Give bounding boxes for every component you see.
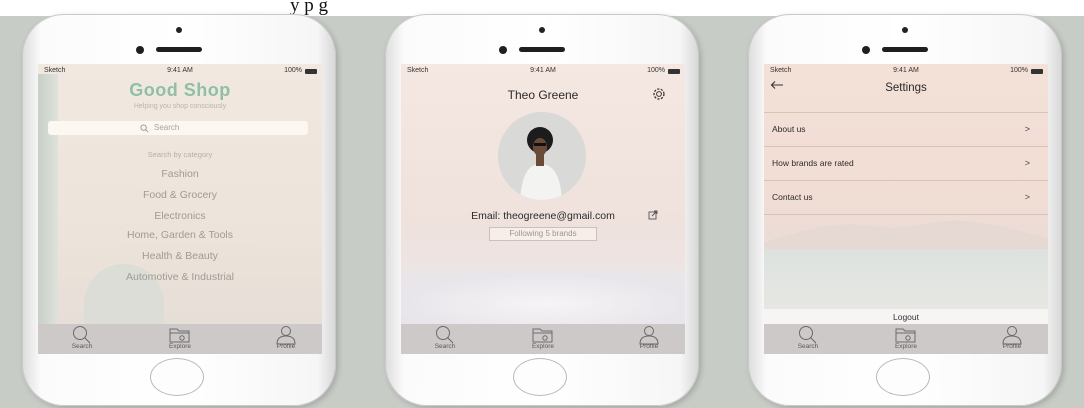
following-brands-button[interactable]: Following 5 brands — [489, 227, 597, 241]
search-placeholder: Search — [154, 123, 180, 132]
logout-button[interactable]: Logout — [764, 309, 1048, 325]
tab-profile-label: Profile — [1002, 343, 1022, 350]
phone-profile: Sketch 9:41 AM 100% Theo Greene Email: t… — [385, 14, 699, 406]
tab-search[interactable]: Search — [52, 324, 112, 354]
battery-percent: 100% — [647, 67, 665, 74]
sensor-dot — [136, 46, 144, 54]
search-icon — [140, 124, 149, 133]
tab-profile[interactable]: Profile — [982, 324, 1042, 354]
earpiece-speaker — [519, 47, 565, 52]
divider — [764, 214, 1048, 215]
search-icon — [73, 326, 91, 344]
tab-explore-label: Explore — [894, 343, 918, 350]
settings-item-label: About us — [772, 124, 806, 134]
explore-screen: Sketch 9:41 AM 100% Good Shop Helping yo… — [38, 64, 322, 354]
chevron-right-icon: > — [1024, 158, 1030, 168]
app-title: Good Shop — [129, 80, 231, 100]
profile-name: Theo Greene — [507, 88, 579, 102]
tab-search-label: Search — [797, 343, 819, 350]
sensor-dot — [499, 46, 507, 54]
status-time: 9:41 AM — [530, 67, 556, 74]
sea-background — [764, 249, 1048, 309]
front-camera — [176, 27, 182, 33]
chevron-right-icon: > — [1024, 192, 1030, 202]
tab-search[interactable]: Search — [415, 324, 475, 354]
user-icon — [639, 326, 659, 345]
category-health-beauty[interactable]: Health & Beauty — [38, 250, 322, 262]
folder-icon — [895, 328, 916, 343]
earpiece-speaker — [156, 47, 202, 52]
settings-item-contact-us[interactable]: Contact us > — [764, 180, 1048, 214]
search-icon — [799, 326, 817, 344]
status-time: 9:41 AM — [167, 67, 193, 74]
front-camera — [902, 27, 908, 33]
home-button[interactable] — [150, 358, 204, 396]
status-bar: Sketch 9:41 AM 100% — [764, 66, 1048, 77]
home-button[interactable] — [876, 358, 930, 396]
external-link-icon[interactable] — [648, 210, 658, 220]
tab-profile[interactable]: Profile — [619, 324, 679, 354]
search-input[interactable]: Search — [48, 121, 308, 135]
category-heading: Search by category — [147, 150, 213, 159]
avatar — [498, 112, 586, 200]
tab-search-label: Search — [434, 343, 456, 350]
folder-icon — [532, 328, 553, 343]
search-icon — [436, 326, 454, 344]
home-button[interactable] — [513, 358, 567, 396]
tab-search[interactable]: Search — [778, 324, 838, 354]
tab-profile[interactable]: Profile — [256, 324, 316, 354]
user-icon — [276, 326, 296, 345]
battery-icon — [305, 69, 317, 74]
folder-icon — [169, 328, 190, 343]
tab-search-label: Search — [71, 343, 93, 350]
gear-icon[interactable] — [651, 86, 667, 102]
mountain-background — [764, 220, 1048, 252]
battery-icon — [1031, 69, 1043, 74]
earpiece-speaker — [882, 47, 928, 52]
settings-item-about-us[interactable]: About us > — [764, 112, 1048, 146]
settings-item-label: Contact us — [772, 192, 813, 202]
tab-explore[interactable]: Explore — [876, 324, 936, 354]
email-text: Email: theogreene@gmail.com — [471, 210, 615, 222]
tab-explore[interactable]: Explore — [513, 324, 573, 354]
category-automotive-industrial[interactable]: Automotive & Industrial — [38, 271, 322, 283]
category-fashion[interactable]: Fashion — [38, 168, 322, 180]
chevron-right-icon: > — [1024, 124, 1030, 134]
sensor-dot — [862, 46, 870, 54]
profile-screen: Sketch 9:41 AM 100% Theo Greene Email: t… — [401, 64, 685, 354]
status-bar: Sketch 9:41 AM 100% — [401, 66, 685, 77]
tab-explore-label: Explore — [531, 343, 555, 350]
tab-profile-label: Profile — [276, 343, 296, 350]
app-tagline: Helping you shop consciously — [133, 103, 227, 110]
tab-bar: Search Explore Profile — [401, 324, 685, 354]
settings-screen: Sketch 9:41 AM 100% Settings About us > … — [764, 64, 1048, 354]
front-camera — [539, 27, 545, 33]
phone-explore: Sketch 9:41 AM 100% Good Shop Helping yo… — [22, 14, 336, 406]
settings-item-how-brands-rated[interactable]: How brands are rated > — [764, 146, 1048, 180]
phone-settings: Sketch 9:41 AM 100% Settings About us > … — [748, 14, 1062, 406]
category-electronics[interactable]: Electronics — [38, 210, 322, 222]
tab-profile-label: Profile — [639, 343, 659, 350]
battery-icon — [668, 69, 680, 74]
category-home-garden-tools[interactable]: Home, Garden & Tools — [38, 229, 322, 241]
battery-percent: 100% — [1010, 67, 1028, 74]
battery-percent: 100% — [284, 67, 302, 74]
profile-photo — [498, 112, 586, 200]
tab-explore[interactable]: Explore — [150, 324, 210, 354]
user-icon — [1002, 326, 1022, 345]
settings-item-label: How brands are rated — [772, 158, 854, 168]
tab-bar: Search Explore Profile — [764, 324, 1048, 354]
status-bar: Sketch 9:41 AM 100% — [38, 66, 322, 77]
status-time: 9:41 AM — [893, 67, 919, 74]
category-food-grocery[interactable]: Food & Grocery — [38, 189, 322, 201]
page-title: Settings — [885, 82, 927, 94]
tab-explore-label: Explore — [168, 343, 192, 350]
tab-bar: Search Explore Profile — [38, 324, 322, 354]
